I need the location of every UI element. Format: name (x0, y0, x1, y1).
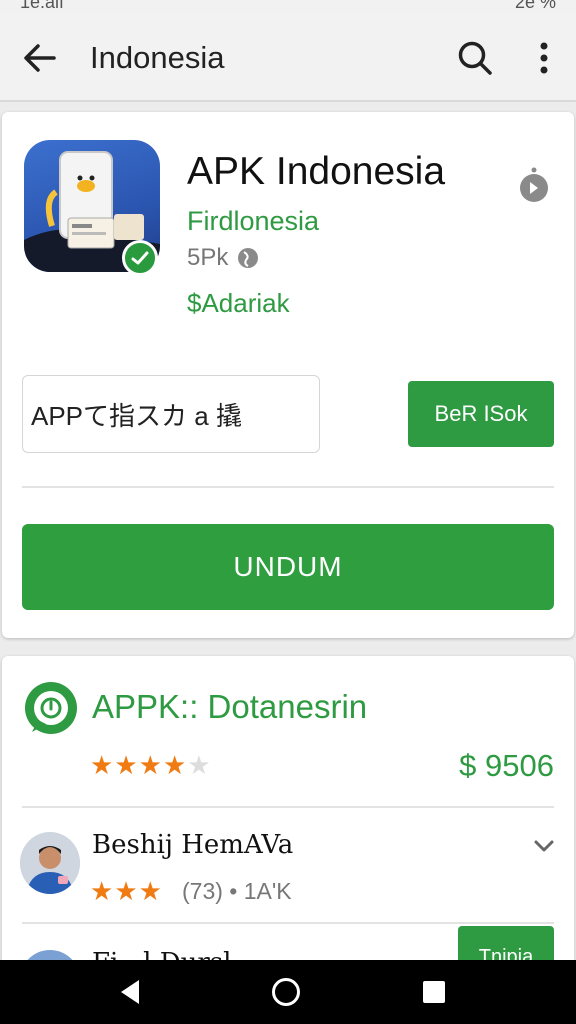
divider (22, 922, 554, 924)
reviewer-name[interactable]: Beshij HemAVa (92, 830, 293, 860)
info-icon[interactable] (516, 164, 552, 204)
status-right-text: 2e % (514, 0, 556, 12)
globe-icon (238, 248, 259, 268)
divider (22, 486, 554, 488)
star-icon: ★ (90, 876, 114, 906)
size-row: 5Pk (187, 244, 260, 272)
star-icon: ★ (162, 750, 187, 780)
app-detail-card: APK Indonesia Firdlonesia 5Pk $Adariak A… (2, 112, 574, 638)
star-icon: ★ (138, 876, 162, 906)
star-icon: ★ (90, 750, 114, 780)
secondary-button[interactable]: BeR ISok (408, 381, 554, 447)
list-title[interactable]: APPK:: Dotanesrin (92, 688, 367, 726)
app-size: 5Pk (187, 244, 229, 271)
chat-bubble-logo-icon (25, 682, 77, 734)
app-bar: Indonesia (0, 14, 576, 102)
review-meta: (73) • 1A'K (182, 878, 292, 904)
related-list-card: APPK:: Dotanesrin ★ ★ ★ ★ ★ $ 9506 Beshi… (2, 656, 574, 976)
star-icon: ★ (114, 876, 138, 906)
home-circle-icon[interactable] (270, 976, 302, 1008)
navigation-bar (0, 960, 576, 1024)
avatar[interactable] (20, 832, 80, 894)
recents-square-icon[interactable] (420, 976, 448, 1008)
status-bar: 1e.aif 2e % (0, 0, 576, 14)
list-price: $ 9506 (459, 748, 554, 783)
arrow-left-icon[interactable] (20, 38, 60, 78)
star-icon: ★ (114, 750, 138, 780)
app-name: APK Indonesia (187, 150, 446, 193)
search-icon[interactable] (455, 38, 495, 78)
price-tag: $Adariak (187, 288, 290, 318)
person-photo (20, 832, 80, 894)
developer-link[interactable]: Firdlonesia (187, 206, 319, 237)
reviewer-rating-stars: ★ ★ ★ (90, 878, 162, 904)
star-icon: ★ (138, 750, 162, 780)
search-input[interactable]: APPて指スカ a 撬 (22, 375, 320, 453)
list-rating-stars: ★ ★ ★ ★ ★ (90, 752, 211, 778)
divider (22, 806, 554, 808)
status-left-text: 1e.aif (20, 0, 65, 12)
install-button[interactable]: UNDUM (22, 524, 554, 610)
more-vert-icon[interactable] (526, 38, 562, 78)
star-icon: ★ (187, 750, 211, 780)
page-title: Indonesia (90, 40, 225, 75)
back-triangle-icon[interactable] (115, 976, 147, 1008)
verified-badge-icon (122, 240, 158, 276)
chevron-down-icon[interactable] (532, 836, 556, 856)
